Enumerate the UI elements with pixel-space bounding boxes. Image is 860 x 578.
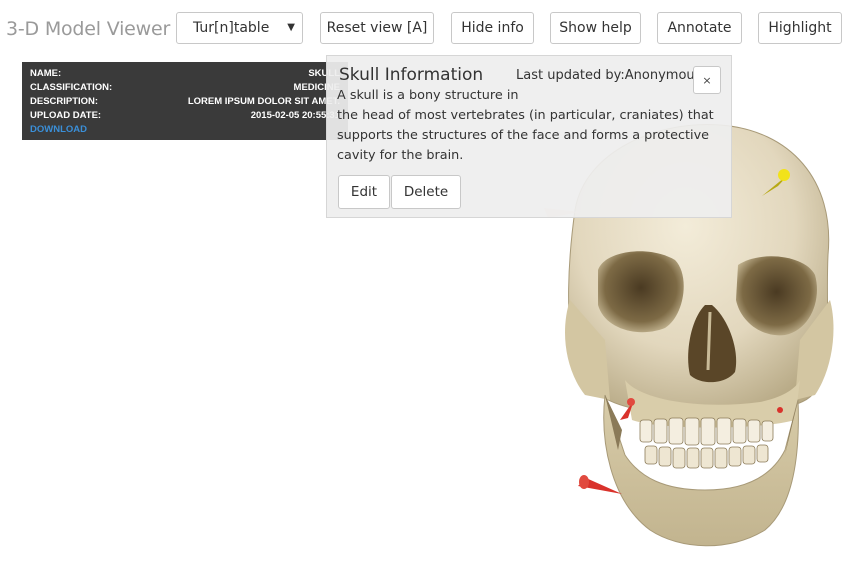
model-info-panel: NAME: SKULL CLASSIFICATION: MEDICINE DES… — [22, 62, 348, 140]
info-row-description: DESCRIPTION: LOREM IPSUM DOLOR SIT AMET. — [30, 95, 340, 109]
annotation-line: cavity for the brain. — [337, 148, 464, 163]
annotation-line: A skull is a bony structure in — [337, 88, 519, 103]
app-title: 3-D Model Viewer — [6, 18, 171, 40]
hide-info-button[interactable]: Hide info — [451, 12, 534, 44]
annotation-updated-by: Last updated by:Anonymous — [516, 68, 702, 83]
info-row-classification: CLASSIFICATION: MEDICINE — [30, 81, 340, 95]
reset-view-button[interactable]: Reset view [A] — [320, 12, 434, 44]
info-label: NAME: — [30, 68, 62, 79]
info-label: DESCRIPTION: — [30, 96, 99, 107]
info-row-upload-date: UPLOAD DATE: 2015-02-05 20:55:31 — [30, 109, 340, 123]
delete-annotation-button[interactable]: Delete — [391, 175, 461, 209]
view-mode-select[interactable]: Tur[n]table ▼ — [176, 12, 303, 44]
annotate-button[interactable]: Annotate — [657, 12, 742, 44]
annotation-line: supports the structures of the face and … — [337, 128, 710, 143]
highlight-button[interactable]: Highlight — [758, 12, 842, 44]
caret-down-icon: ▼ — [287, 22, 295, 33]
info-label: CLASSIFICATION: — [30, 82, 113, 93]
annotation-line: the head of most vertebrates (in particu… — [337, 108, 714, 123]
annotation-popup: Skull Information Last updated by:Anonym… — [326, 55, 732, 218]
show-help-button[interactable]: Show help — [550, 12, 641, 44]
info-label: UPLOAD DATE: — [30, 110, 102, 121]
download-link[interactable]: DOWNLOAD — [30, 123, 87, 137]
annotation-text: A skull is a bony structure in the head … — [337, 86, 714, 166]
edit-annotation-button[interactable]: Edit — [338, 175, 390, 209]
view-mode-value: Tur[n]table — [193, 20, 270, 36]
annotation-title: Skull Information — [339, 65, 484, 85]
info-row-download: DOWNLOAD — [30, 123, 340, 137]
info-row-name: NAME: SKULL — [30, 67, 340, 81]
info-value: LOREM IPSUM DOLOR SIT AMET. — [187, 96, 340, 107]
